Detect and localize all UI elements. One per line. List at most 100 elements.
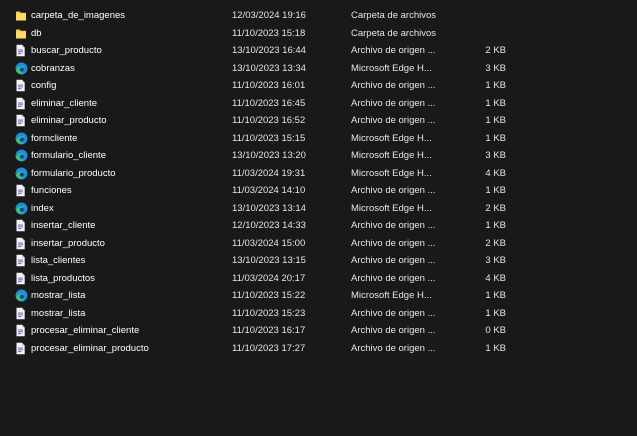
file-name[interactable]: formulario_cliente <box>31 147 106 165</box>
file-name[interactable]: formcliente <box>31 130 77 148</box>
file-name[interactable]: index <box>31 200 54 218</box>
file-type: Microsoft Edge H... <box>351 290 432 301</box>
php-file-icon <box>15 307 27 320</box>
php-file-icon <box>15 342 27 355</box>
file-date-modified: 13/10/2023 13:34 <box>232 62 306 74</box>
php-file-icon <box>15 254 27 267</box>
file-type: Microsoft Edge H... <box>351 202 432 214</box>
file-row[interactable]: carpeta_de_imagenes 12/03/2024 19:16 Carpe… <box>0 7 637 25</box>
file-row[interactable]: eliminar_producto 11/10/2023 16:52 Archivo… <box>0 112 637 130</box>
file-date-modified: 11/10/2023 16:01 <box>232 80 306 91</box>
file-row[interactable]: procesar_eliminar_producto 11/10/2023 17:… <box>0 340 637 358</box>
file-name[interactable]: procesar_eliminar_producto <box>31 340 149 358</box>
file-type: Archivo de origen ... <box>351 272 436 284</box>
file-row[interactable]: mostrar_lista 11/10/2023 15:23 Archivo de … <box>0 305 637 323</box>
file-name[interactable]: formulario_producto <box>31 165 116 183</box>
edge-html-icon <box>15 132 28 145</box>
file-size: 1 KB <box>485 97 506 109</box>
file-name[interactable]: cobranzas <box>31 60 75 78</box>
file-row[interactable]: cobranzas 13/10/2023 13:34 Microsoft Edge … <box>0 60 637 78</box>
file-type: Microsoft Edge H... <box>351 132 432 144</box>
file-type: Archivo de origen ... <box>351 307 436 319</box>
file-size: 4 KB <box>485 272 506 284</box>
php-file-icon <box>15 114 27 127</box>
file-date-modified: 13/10/2023 13:15 <box>232 255 306 266</box>
php-file-icon <box>15 44 27 57</box>
file-row[interactable]: config 11/10/2023 16:01 Archivo de origen … <box>0 77 637 95</box>
file-row[interactable]: insertar_cliente 12/10/2023 14:33 Archivo … <box>0 217 637 235</box>
edge-html-icon <box>15 167 28 180</box>
file-row[interactable]: formulario_producto 11/03/2024 19:31 Micro… <box>0 165 637 183</box>
file-row[interactable]: index 13/10/2023 13:14 Microsoft Edge H...… <box>0 200 637 218</box>
file-type: Archivo de origen ... <box>351 325 436 336</box>
file-name[interactable]: mostrar_lista <box>31 305 85 323</box>
file-size: 3 KB <box>485 150 506 161</box>
file-name[interactable]: eliminar_cliente <box>31 95 97 113</box>
file-row[interactable]: formcliente 11/10/2023 15:15 Microsoft Edg… <box>0 130 637 148</box>
php-file-icon <box>15 219 27 232</box>
file-date-modified: 11/10/2023 15:22 <box>232 290 306 301</box>
file-name[interactable]: procesar_eliminar_cliente <box>31 322 139 340</box>
file-name[interactable]: buscar_producto <box>31 42 102 60</box>
file-date-modified: 11/10/2023 16:45 <box>232 97 306 109</box>
edge-html-icon <box>15 289 28 302</box>
file-type: Carpeta de archivos <box>351 27 437 39</box>
file-date-modified: 11/10/2023 16:17 <box>232 325 306 336</box>
file-name[interactable]: db <box>31 25 42 43</box>
file-name[interactable]: lista_clientes <box>31 252 85 270</box>
file-row[interactable]: mostrar_lista 11/10/2023 15:22 Microsoft E… <box>0 287 637 305</box>
file-name[interactable]: config <box>31 77 56 95</box>
file-date-modified: 11/03/2024 20:17 <box>232 272 306 284</box>
file-date-modified: 11/10/2023 15:23 <box>232 307 306 319</box>
file-type: Archivo de origen ... <box>351 220 436 231</box>
file-name[interactable]: funciones <box>31 182 72 200</box>
file-row[interactable]: formulario_cliente 13/10/2023 13:20 Micros… <box>0 147 637 165</box>
file-row[interactable]: procesar_eliminar_cliente 11/10/2023 16:1… <box>0 322 637 340</box>
file-size: 1 KB <box>485 220 506 231</box>
file-name[interactable]: lista_productos <box>31 270 95 288</box>
file-name[interactable]: carpeta_de_imagenes <box>31 7 125 25</box>
file-size: 3 KB <box>485 62 506 74</box>
file-size: 1 KB <box>485 342 506 354</box>
file-type: Archivo de origen ... <box>351 342 436 354</box>
edge-html-icon <box>15 202 28 215</box>
file-name[interactable]: eliminar_producto <box>31 112 107 130</box>
file-date-modified: 13/10/2023 16:44 <box>232 45 306 56</box>
file-type: Microsoft Edge H... <box>351 150 432 161</box>
file-date-modified: 13/10/2023 13:14 <box>232 202 306 214</box>
file-size: 1 KB <box>485 290 506 301</box>
file-list: carpeta_de_imagenes 12/03/2024 19:16 Carpe… <box>0 7 637 357</box>
php-file-icon <box>15 272 27 285</box>
php-file-icon <box>15 184 27 197</box>
file-date-modified: 11/10/2023 17:27 <box>232 342 306 354</box>
file-type: Archivo de origen ... <box>351 45 436 56</box>
folder-icon <box>15 9 27 22</box>
file-name[interactable]: insertar_cliente <box>31 217 95 235</box>
file-type: Archivo de origen ... <box>351 115 436 126</box>
file-size: 4 KB <box>485 167 506 179</box>
file-date-modified: 11/03/2024 15:00 <box>232 237 306 249</box>
file-size: 1 KB <box>485 115 506 126</box>
file-row[interactable]: buscar_producto 13/10/2023 16:44 Archivo d… <box>0 42 637 60</box>
file-type: Archivo de origen ... <box>351 185 436 196</box>
file-size: 2 KB <box>485 202 506 214</box>
file-row[interactable]: lista_clientes 13/10/2023 13:15 Archivo de… <box>0 252 637 270</box>
file-row[interactable]: db 11/10/2023 15:18 Carpeta de archivos <box>0 25 637 43</box>
file-row[interactable]: insertar_producto 11/03/2024 15:00 Archivo… <box>0 235 637 253</box>
file-type: Microsoft Edge H... <box>351 62 432 74</box>
file-row[interactable]: funciones 11/03/2024 14:10 Archivo de orig… <box>0 182 637 200</box>
file-row[interactable]: eliminar_cliente 11/10/2023 16:45 Archivo … <box>0 95 637 113</box>
file-size: 0 KB <box>485 325 506 336</box>
php-file-icon <box>15 324 27 337</box>
file-row[interactable]: lista_productos 11/03/2024 20:17 Archivo d… <box>0 270 637 288</box>
file-name[interactable]: insertar_producto <box>31 235 105 253</box>
php-file-icon <box>15 237 27 250</box>
file-size: 1 KB <box>485 185 506 196</box>
file-name[interactable]: mostrar_lista <box>31 287 85 305</box>
file-type: Carpeta de archivos <box>351 10 437 21</box>
file-date-modified: 12/10/2023 14:33 <box>232 220 306 231</box>
file-date-modified: 12/03/2024 19:16 <box>232 10 306 21</box>
file-date-modified: 11/10/2023 15:15 <box>232 132 306 144</box>
file-type: Archivo de origen ... <box>351 97 436 109</box>
file-type: Archivo de origen ... <box>351 237 436 249</box>
